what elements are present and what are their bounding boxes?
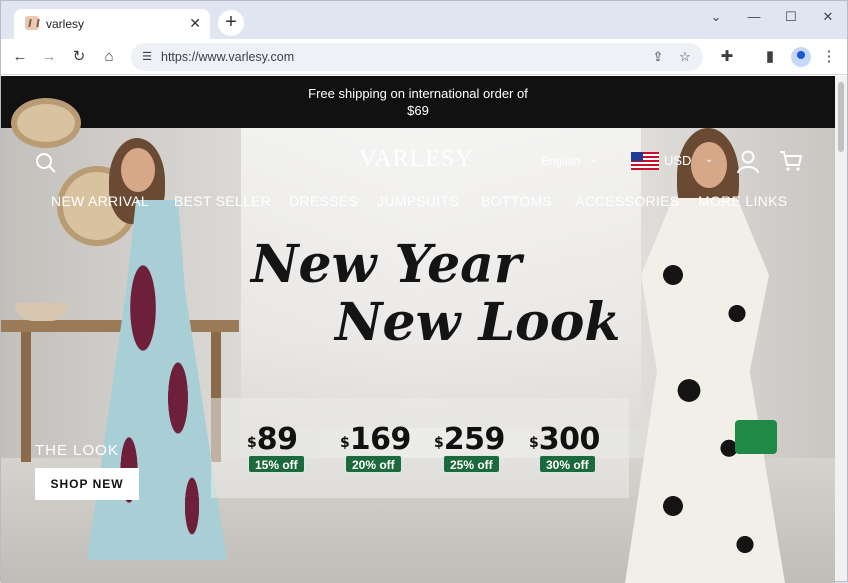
- maximize-icon[interactable]: ☐: [781, 7, 801, 27]
- page-viewport: Free shipping on international order of …: [1, 76, 835, 583]
- discount-badge-3: 25% off: [443, 455, 500, 473]
- browser-window: varlesy ✕ + ⌄ — ☐ ✕ ← → ↻ ⌂ ☰ https://ww…: [0, 0, 848, 583]
- new-tab-button[interactable]: +: [218, 10, 244, 36]
- currency-selector[interactable]: USD: [664, 153, 691, 168]
- home-icon[interactable]: ⌂: [97, 45, 121, 69]
- extensions-icon[interactable]: ✚: [715, 45, 739, 69]
- model-right-face: [691, 142, 727, 188]
- model-left-face: [121, 148, 155, 192]
- announcement-line-1: Free shipping on international order of: [308, 86, 528, 101]
- nav-accessories[interactable]: ACCESSORIES: [575, 193, 679, 209]
- model-left-dress: [87, 200, 227, 560]
- announcement-bar: Free shipping on international order of …: [1, 76, 835, 128]
- page-scrollbar[interactable]: [835, 76, 847, 581]
- nav-best-seller[interactable]: BEST SELLER: [174, 193, 271, 209]
- forward-icon[interactable]: →: [37, 45, 61, 69]
- side-panel-icon[interactable]: ▮: [758, 45, 782, 69]
- decor-bowl: [15, 303, 69, 321]
- bookmark-star-icon[interactable]: ☆: [676, 48, 694, 66]
- browser-toolbar: ← → ↻ ⌂ ☰ https://www.varlesy.com ⇪ ☆ ✚ …: [1, 39, 847, 75]
- shop-new-button[interactable]: SHOP NEW: [35, 468, 139, 500]
- price-tier-1[interactable]: $89: [247, 422, 298, 457]
- language-selector[interactable]: English: [541, 154, 580, 168]
- model-right-jumpsuit: [625, 198, 785, 583]
- browser-menu-icon[interactable]: ⋮: [817, 45, 841, 69]
- scrollbar-thumb[interactable]: [838, 82, 844, 152]
- price-amount: 89: [256, 422, 298, 457]
- price-currency: $: [247, 435, 257, 451]
- share-icon[interactable]: ⇪: [649, 48, 667, 66]
- the-look-caption: THE LOOK: [35, 442, 119, 459]
- price-amount: 300: [538, 422, 601, 457]
- cart-icon[interactable]: [779, 150, 803, 172]
- currency-chevron-down-icon[interactable]: ⌄: [705, 154, 713, 165]
- nav-bottoms[interactable]: BOTTOMS: [481, 193, 552, 209]
- hero-headline-line-2: New Look: [335, 292, 621, 353]
- green-handbag: [735, 420, 777, 454]
- brand-logo[interactable]: VARLESY: [359, 146, 474, 173]
- tab-close-icon[interactable]: ✕: [189, 14, 201, 32]
- table-leg: [21, 332, 31, 462]
- profile-avatar[interactable]: [791, 47, 811, 67]
- close-window-icon[interactable]: ✕: [818, 7, 838, 27]
- console-table: [1, 320, 239, 332]
- nav-more-links[interactable]: MORE LINKS: [698, 193, 787, 209]
- url-text[interactable]: https://www.varlesy.com: [161, 50, 294, 64]
- nav-new-arrival[interactable]: NEW ARRIVAL: [51, 193, 149, 209]
- language-chevron-down-icon[interactable]: ⌄: [589, 154, 597, 165]
- price-currency: $: [434, 435, 444, 451]
- tab-title: varlesy: [46, 17, 85, 31]
- reload-icon[interactable]: ↻: [67, 45, 91, 69]
- discount-badge-1: 15% off: [248, 455, 305, 473]
- hero-headline-line-1: New Year: [251, 234, 522, 295]
- tab-strip: varlesy ✕ + ⌄ — ☐ ✕: [1, 1, 847, 39]
- price-currency: $: [340, 435, 350, 451]
- nav-dresses[interactable]: DRESSES: [289, 193, 358, 209]
- account-icon[interactable]: [737, 150, 759, 174]
- search-icon[interactable]: [35, 152, 57, 174]
- nav-jumpsuits[interactable]: JUMPSUITS: [377, 193, 459, 209]
- price-tier-3[interactable]: $259: [434, 422, 505, 457]
- back-icon[interactable]: ←: [8, 45, 32, 69]
- site-favicon-icon: [25, 16, 39, 30]
- site-info-icon[interactable]: ☰: [139, 49, 155, 65]
- price-tier-4[interactable]: $300: [529, 422, 600, 457]
- price-tier-2[interactable]: $169: [340, 422, 411, 457]
- price-currency: $: [529, 435, 539, 451]
- discount-badge-4: 30% off: [539, 455, 596, 473]
- tab-varlesy[interactable]: varlesy ✕: [14, 9, 210, 39]
- tab-search-icon[interactable]: ⌄: [706, 7, 726, 27]
- hero-banner[interactable]: VARLESY English ⌄ USD ⌄ NEW ARRIVAL BEST…: [1, 98, 835, 583]
- discount-badge-2: 20% off: [345, 455, 402, 473]
- main-navigation: NEW ARRIVAL BEST SELLER DRESSES JUMPSUIT…: [1, 193, 835, 213]
- price-amount: 169: [349, 422, 412, 457]
- us-flag-icon[interactable]: [631, 152, 659, 170]
- minimize-icon[interactable]: —: [744, 7, 764, 27]
- announcement-line-2: $69: [407, 103, 429, 118]
- address-bar[interactable]: ☰ https://www.varlesy.com ⇪ ☆: [131, 43, 703, 71]
- price-amount: 259: [443, 422, 506, 457]
- wall-plate-decor: [11, 98, 81, 148]
